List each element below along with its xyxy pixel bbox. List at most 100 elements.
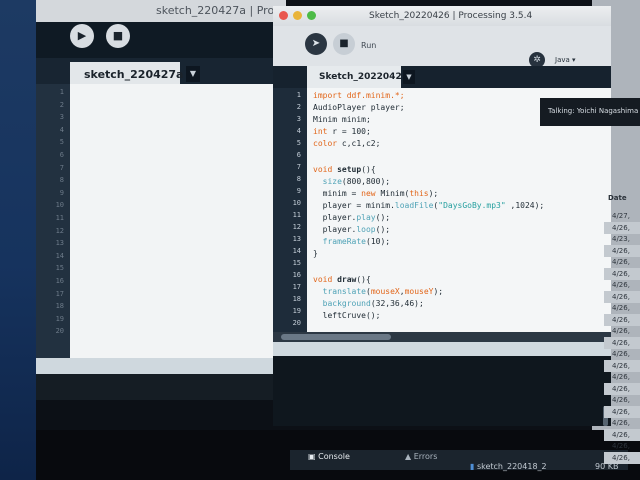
code-line-13: frameRate(10); — [322, 237, 391, 246]
line-number: 4 — [296, 127, 301, 135]
code-line-12: player.loop(); — [322, 225, 391, 234]
line-number: 13 — [55, 239, 64, 248]
date-cell[interactable]: 4/26, — [612, 419, 630, 427]
run-button[interactable]: ➤ — [305, 33, 327, 55]
tooltip-text: Talking: Yoichi Nagashima — [548, 107, 639, 115]
console-tab-label: Console — [318, 452, 350, 461]
run-button[interactable]: ▶ — [70, 24, 94, 48]
processing-window-back[interactable]: sketch_220427a | Processing ▶ ■ sketch_2… — [36, 0, 286, 400]
date-cell[interactable]: 4/26, — [612, 373, 630, 381]
folder-label: sketch_220418_2 — [476, 462, 547, 471]
console-area — [273, 356, 611, 426]
code-line-16: void draw(){ — [313, 275, 371, 284]
scrollbar-thumb[interactable] — [281, 334, 391, 340]
pointer-icon: ➤ — [311, 38, 321, 49]
minimize-window-button[interactable] — [293, 11, 302, 20]
tab-menu-arrow-icon[interactable]: ▼ — [186, 66, 200, 82]
line-number: 1 — [59, 88, 64, 96]
folder-icon: ▮ — [470, 462, 475, 471]
message-area — [273, 342, 611, 356]
line-number-gutter: 1 2 3 4 5 6 7 8 9 10 11 12 13 14 15 16 17 18 19 20 — [273, 88, 307, 332]
tab-sketch[interactable]: Sketch_20220426 — [307, 66, 408, 88]
code-editor[interactable] — [70, 84, 286, 358]
stop-button[interactable]: ■ — [333, 33, 355, 55]
stop-icon: ■ — [112, 29, 124, 42]
close-window-button[interactable] — [279, 11, 288, 20]
tab-menu-arrow-icon[interactable]: ▼ — [403, 70, 415, 84]
code-line-1: import ddf.minim.*; — [313, 91, 405, 100]
stop-icon: ■ — [339, 38, 349, 49]
tab-label: Sketch_20220426 — [319, 72, 408, 82]
line-number: 16 — [55, 277, 64, 285]
tab-console[interactable]: ▣ Console — [308, 452, 350, 461]
line-number: 8 — [59, 176, 64, 185]
date-column-header[interactable]: Date — [608, 194, 627, 202]
line-number: 13 — [292, 235, 301, 243]
date-cell[interactable]: 4/26, — [612, 454, 630, 462]
date-cell[interactable]: 4/26, — [612, 316, 630, 324]
line-number: 10 — [292, 199, 301, 207]
date-cell[interactable]: 4/26, — [612, 224, 630, 232]
date-cell[interactable]: 4/26, — [612, 247, 630, 255]
date-cell[interactable]: 4/26, — [612, 293, 630, 301]
code-line-3: Minim minim; — [313, 115, 371, 124]
date-cell[interactable]: 4/26, — [612, 327, 630, 335]
line-number: 2 — [59, 100, 64, 109]
stop-button[interactable]: ■ — [106, 24, 130, 48]
date-cell[interactable]: 4/26, — [612, 442, 630, 450]
code-line-11: player.play(); — [322, 213, 391, 222]
line-number: 16 — [292, 271, 301, 279]
tab-label: sketch_220427a — [84, 68, 184, 81]
code-line-14: } — [313, 249, 318, 258]
code-line-17: translate(mouseX,mouseY); — [322, 287, 444, 296]
date-cell[interactable]: 4/26, — [612, 281, 630, 289]
console-area — [36, 374, 286, 400]
line-number: 12 — [55, 226, 64, 235]
line-number: 9 — [59, 188, 64, 197]
date-cell[interactable]: 4/26, — [612, 362, 630, 370]
line-number: 8 — [296, 175, 301, 183]
tab-errors[interactable]: ▲ Errors — [405, 452, 437, 461]
date-cell[interactable]: 4/26, — [612, 304, 630, 312]
date-cell[interactable]: 4/27, — [612, 212, 630, 220]
date-cell[interactable]: 4/26, — [612, 431, 630, 439]
tab-sketch[interactable]: sketch_220427a — [70, 62, 184, 86]
line-number: 19 — [55, 314, 64, 323]
processing-window-front[interactable]: Sketch_20220426 | Processing 3.5.4 ➤ ■ R… — [273, 6, 611, 426]
line-number: 7 — [59, 163, 64, 172]
butterfly-icon: ✲ — [533, 55, 541, 65]
line-number: 1 — [296, 91, 301, 99]
date-cell[interactable]: 4/26, — [612, 408, 630, 416]
line-number: 3 — [59, 113, 64, 122]
folder-size: 90 KB — [595, 462, 619, 471]
line-number: 17 — [292, 283, 301, 291]
date-cell[interactable]: 4/26, — [612, 270, 630, 278]
desktop-background — [0, 0, 36, 480]
line-number: 3 — [296, 115, 301, 123]
date-cell[interactable]: 4/26, — [612, 350, 630, 358]
line-number: 15 — [292, 259, 301, 267]
message-area — [36, 358, 286, 374]
line-number: 10 — [55, 201, 64, 210]
line-number: 7 — [296, 163, 301, 171]
date-cell[interactable]: 4/26, — [612, 385, 630, 393]
code-line-4: int r = 100; — [313, 127, 371, 136]
line-number: 5 — [296, 139, 301, 147]
speaker-tooltip: Talking: Yoichi Nagashima — [540, 98, 640, 126]
date-cell[interactable]: 4/26, — [612, 396, 630, 404]
window-title: sketch_220427a | Processing — [156, 4, 286, 17]
date-cell[interactable]: 4/26, — [612, 339, 630, 347]
folder-name[interactable]: ▮ sketch_220418_2 — [470, 462, 547, 471]
line-number: 20 — [292, 319, 301, 327]
line-number: 18 — [55, 302, 64, 311]
zoom-window-button[interactable] — [307, 11, 316, 20]
window-title: Sketch_20220426 | Processing 3.5.4 — [369, 11, 533, 21]
line-number: 2 — [296, 103, 301, 111]
line-number: 6 — [296, 151, 301, 159]
date-cell[interactable]: 4/23, — [612, 235, 630, 243]
date-cell[interactable]: 4/26, — [612, 258, 630, 266]
code-line-8: size(800,800); — [322, 177, 391, 186]
line-number: 14 — [292, 247, 301, 255]
mode-selector[interactable]: Java ▾ — [555, 56, 576, 64]
line-number: 11 — [292, 211, 301, 219]
